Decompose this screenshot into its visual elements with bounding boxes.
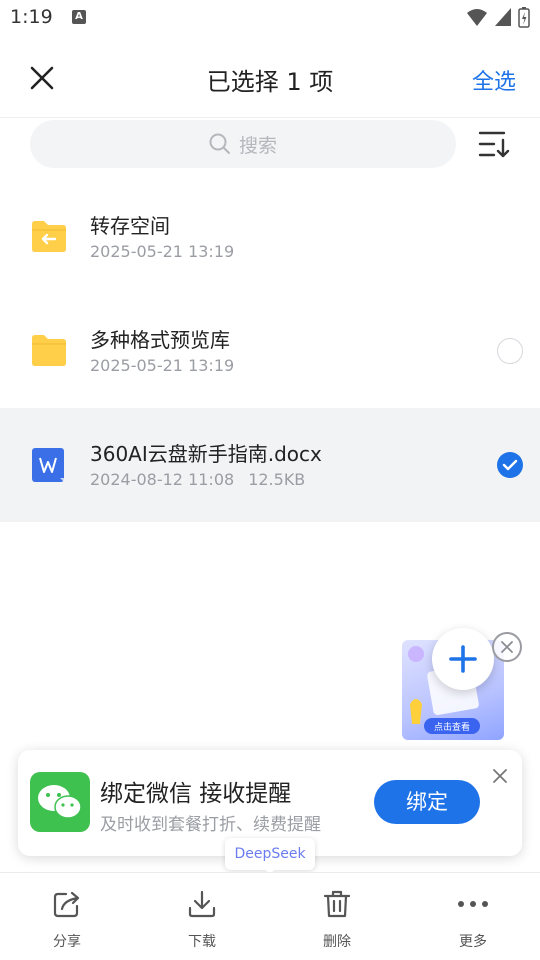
more-icon <box>458 901 488 907</box>
list-item[interactable]: 多种格式预览库 2025-05-21 13:19 <box>0 294 540 408</box>
sort-button[interactable] <box>476 128 512 162</box>
sort-icon <box>478 131 510 158</box>
more-button[interactable]: 更多 <box>433 887 513 951</box>
promo-badge-text: 点击查看 <box>434 721 470 733</box>
wifi-icon <box>467 9 487 26</box>
file-name: 转存空间 <box>90 214 170 238</box>
status-bar: 1:19 A <box>0 0 540 38</box>
folder-transfer-icon <box>30 218 68 258</box>
status-indicators <box>466 6 530 28</box>
banner-subtitle: 及时收到套餐打折、续费提醒 <box>100 815 321 835</box>
file-date: 2024-08-12 11:08 <box>90 470 235 489</box>
notification-badge-icon: A <box>72 10 86 24</box>
page-title: 已选择 1 项 <box>206 68 334 96</box>
download-label: 下载 <box>188 934 216 950</box>
signal-icon <box>495 8 511 26</box>
file-name: 360AI云盘新手指南.docx <box>90 442 322 466</box>
bind-wechat-button[interactable]: 绑定 <box>374 780 480 824</box>
trash-icon <box>323 890 351 918</box>
close-icon <box>501 641 513 653</box>
select-all-button[interactable]: 全选 <box>472 64 516 96</box>
battery-icon <box>518 7 530 28</box>
bottom-action-bar: 分享 下载 删除 更多 <box>0 872 540 960</box>
file-date: 2025-05-21 13:19 <box>90 356 235 375</box>
banner-close-button[interactable] <box>490 766 510 786</box>
list-item[interactable]: 360AI云盘新手指南.docx 2024-08-12 11:08 12.5KB <box>0 408 540 522</box>
download-button[interactable]: 下载 <box>162 887 242 951</box>
promo-close-button[interactable] <box>492 632 522 662</box>
download-icon <box>188 890 216 918</box>
status-time: 1:19 <box>10 6 53 28</box>
list-item[interactable]: 转存空间 2025-05-21 13:19 <box>0 180 540 294</box>
search-placeholder: 搜索 <box>238 134 277 157</box>
search-input[interactable]: 搜索 <box>30 120 456 168</box>
delete-button[interactable]: 删除 <box>297 887 377 951</box>
banner-title: 绑定微信 接收提醒 <box>100 781 292 807</box>
file-meta: 2025-05-21 13:19 <box>90 242 234 261</box>
share-button[interactable]: 分享 <box>27 887 107 951</box>
more-label: 更多 <box>459 934 487 950</box>
share-icon <box>53 891 80 918</box>
search-icon <box>209 133 230 154</box>
checkmark-icon <box>502 459 518 471</box>
select-radio[interactable] <box>497 338 523 364</box>
file-name: 多种格式预览库 <box>90 328 230 352</box>
selection-header: 已选择 1 项 全选 <box>0 38 540 118</box>
plus-icon <box>449 645 477 673</box>
folder-icon <box>30 332 68 372</box>
select-radio-checked[interactable] <box>497 452 523 478</box>
wechat-logo-icon <box>30 772 90 832</box>
close-icon <box>493 769 507 783</box>
file-date: 2025-05-21 13:19 <box>90 242 235 261</box>
file-meta: 2024-08-12 11:08 12.5KB <box>90 470 305 489</box>
add-button[interactable] <box>432 628 494 690</box>
file-meta: 2025-05-21 13:19 <box>90 356 234 375</box>
delete-label: 删除 <box>323 934 351 950</box>
file-size: 12.5KB <box>248 470 306 489</box>
share-label: 分享 <box>53 934 81 950</box>
docx-file-icon <box>30 446 66 488</box>
